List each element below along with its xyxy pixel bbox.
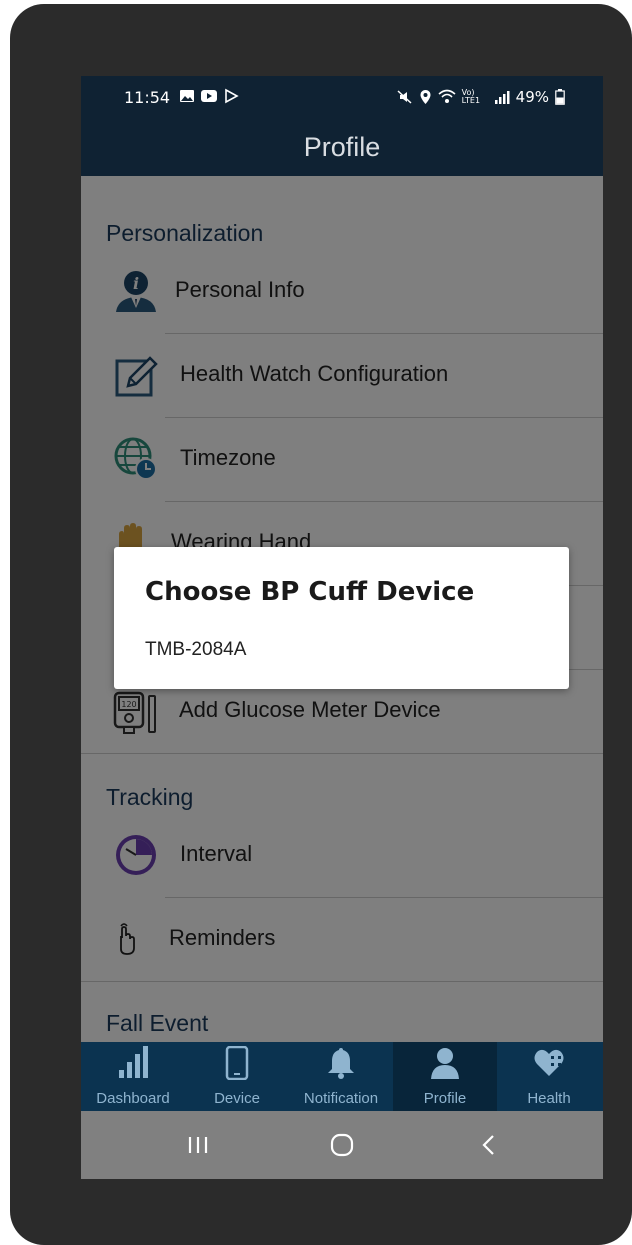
play-store-icon [225,88,239,104]
tab-notification[interactable]: Notification [289,1042,393,1111]
tab-dashboard-label: Dashboard [96,1090,170,1107]
bar-chart-icon [119,1046,148,1078]
home-icon[interactable] [322,1129,362,1161]
wifi-icon [438,89,456,103]
back-icon[interactable] [469,1129,509,1161]
network-type-label: Vo) LTE1 [461,88,481,105]
tab-profile[interactable]: Profile [393,1042,497,1111]
bp-cuff-option[interactable]: TMB-2084A [145,639,246,661]
status-time: 11:54 [124,88,171,107]
bell-icon [328,1048,354,1079]
tab-device[interactable]: Device [185,1042,289,1111]
tab-notification-label: Notification [303,1090,379,1107]
signal-icon [494,91,510,104]
phone-frame: 11:54 Vo) LTE1 49% Profile Personalizati [10,4,632,1245]
person-icon [431,1048,459,1079]
tab-health[interactable]: Health [497,1042,603,1111]
gallery-icon [180,90,194,102]
app-header: Profile [81,120,603,176]
system-navigation-bar [81,1111,603,1179]
choose-bp-cuff-dialog: Choose BP Cuff Device TMB-2084A [114,547,569,689]
status-system-icons: Vo) LTE1 49% [397,88,565,106]
battery-icon [555,89,565,105]
recent-apps-icon[interactable] [178,1129,218,1161]
heart-plus-icon [534,1049,564,1076]
location-icon [420,90,431,104]
tab-health-label: Health [527,1090,571,1107]
mute-icon [397,90,412,104]
page-title: Profile [303,132,381,162]
battery-percent: 49% [515,88,549,106]
bottom-tab-bar: Dashboard Device Notification Profile He… [81,1042,603,1111]
tab-profile-label: Profile [423,1090,467,1107]
dialog-title: Choose BP Cuff Device [145,577,475,607]
youtube-icon [201,90,217,102]
app-screen: 11:54 Vo) LTE1 49% Profile Personalizati [81,76,603,1179]
status-bar: 11:54 Vo) LTE1 49% [81,76,603,120]
tab-device-label: Device [214,1090,260,1107]
tab-dashboard[interactable]: Dashboard [81,1042,185,1111]
status-notification-icons [179,88,239,104]
phone-device-icon [225,1046,249,1080]
